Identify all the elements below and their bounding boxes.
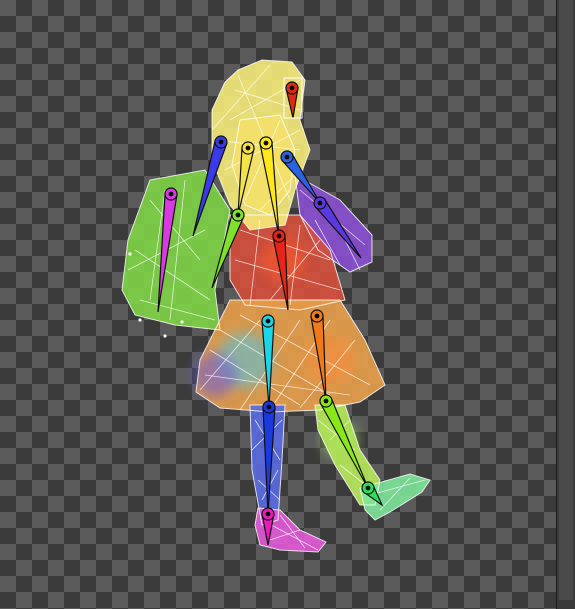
mesh-vertex[interactable] [163, 334, 167, 338]
rig-canvas-svg[interactable] [0, 0, 575, 609]
bone-joint-dot[interactable] [218, 139, 224, 145]
bone-joint-dot[interactable] [314, 313, 320, 319]
rig-editor-canvas[interactable] [0, 0, 575, 609]
bone-joint-dot[interactable] [266, 404, 272, 410]
bone-joint-dot[interactable] [289, 85, 295, 91]
weight-blend-1 [306, 336, 354, 384]
bone-joint-dot[interactable] [263, 140, 269, 146]
bone-joint-dot[interactable] [284, 154, 290, 160]
mesh-vertex[interactable] [128, 252, 132, 256]
bone-joint-dot[interactable] [245, 145, 251, 151]
bone-joint-dot[interactable] [235, 212, 241, 218]
bone-joint-dot[interactable] [168, 191, 174, 197]
bone-joint-dot[interactable] [265, 511, 271, 517]
bone-joint-dot[interactable] [365, 485, 371, 491]
mesh-vertex[interactable] [180, 320, 184, 324]
bone-joint-dot[interactable] [265, 318, 271, 324]
bone-joint-dot[interactable] [317, 200, 323, 206]
mesh-vertex[interactable] [138, 318, 142, 322]
weight-blend-2 [193, 353, 237, 397]
scrollbar-thumb[interactable] [559, 0, 573, 600]
vertical-scrollbar[interactable] [556, 0, 575, 609]
bone-joint-dot[interactable] [276, 233, 282, 239]
bone-joint-dot[interactable] [323, 398, 329, 404]
